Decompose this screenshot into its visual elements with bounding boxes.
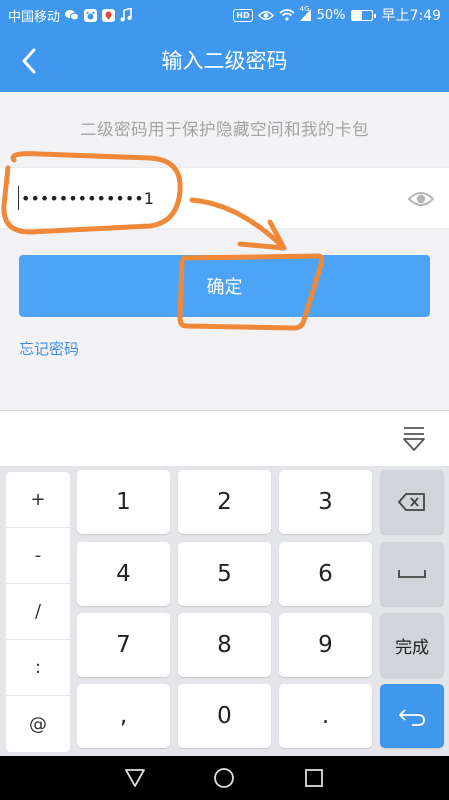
nav-home-button[interactable] <box>209 763 239 793</box>
key-5[interactable]: 5 <box>178 542 271 606</box>
home-circle-icon <box>214 768 235 788</box>
space-key[interactable] <box>380 542 444 606</box>
space-icon <box>398 570 426 578</box>
app-header: 输入二级密码 <box>0 30 449 92</box>
password-value: •••••••••••••1 <box>21 188 154 208</box>
key-plus[interactable]: + <box>6 472 70 528</box>
key-7[interactable]: 7 <box>77 613 170 677</box>
hd-icon: HD <box>233 8 253 22</box>
key-9[interactable]: 9 <box>279 613 372 677</box>
symbol-column: + - / : @ <box>6 472 70 752</box>
key-8[interactable]: 8 <box>178 613 271 677</box>
show-password-button[interactable] <box>407 185 435 213</box>
map-icon <box>102 8 116 22</box>
wifi-icon <box>279 9 295 21</box>
status-bar: 中国移动 HD 4G 50% 早上7:49 <box>0 0 449 30</box>
nav-recents-button[interactable] <box>299 763 329 793</box>
key-period[interactable]: . <box>279 684 372 748</box>
enter-icon <box>399 709 425 726</box>
system-nav-bar <box>0 756 449 800</box>
status-bar-left: 中国移动 <box>8 6 132 25</box>
key-1[interactable]: 1 <box>77 470 170 534</box>
numeric-keyboard: + - / : @ 1 2 3 4 5 6 7 8 9 , 0 . 完成 <box>0 466 449 756</box>
battery-percent: 50% <box>316 7 346 23</box>
key-0[interactable]: 0 <box>178 684 271 748</box>
done-key[interactable]: 完成 <box>380 613 444 677</box>
text-caret <box>18 186 19 210</box>
key-colon[interactable]: : <box>6 640 70 696</box>
music-icon <box>120 8 132 22</box>
carrier-label: 中国移动 <box>8 9 61 25</box>
wechat-icon <box>65 9 80 21</box>
key-comma[interactable]: , <box>77 684 170 748</box>
status-bar-right: HD 4G 50% 早上7:49 <box>233 5 441 25</box>
key-6[interactable]: 6 <box>279 542 372 606</box>
subtitle: 二级密码用于保护隐藏空间和我的卡包 <box>80 120 369 139</box>
keyboard-hide-icon <box>403 427 425 451</box>
clock: 早上7:49 <box>381 8 441 24</box>
keyboard-hide-button[interactable] <box>399 425 429 453</box>
baidu-icon <box>84 8 98 22</box>
network-type: 4G <box>299 5 310 13</box>
back-triangle-icon <box>124 769 145 787</box>
recent-square-icon <box>305 769 324 787</box>
page-title: 输入二级密码 <box>161 49 288 73</box>
enter-key[interactable] <box>380 684 444 748</box>
key-2[interactable]: 2 <box>178 470 271 534</box>
backspace-key[interactable] <box>380 470 444 534</box>
backspace-icon <box>398 493 425 511</box>
signal-icon: 4G <box>299 5 312 21</box>
eye-icon <box>257 10 274 21</box>
key-slash[interactable]: / <box>6 584 70 640</box>
key-at[interactable]: @ <box>6 696 70 752</box>
confirm-button[interactable]: 确定 <box>19 255 430 317</box>
key-minus[interactable]: - <box>6 528 70 584</box>
keyboard-toolbar <box>0 410 449 466</box>
forgot-password-link[interactable]: 忘记密码 <box>19 338 79 359</box>
battery-icon <box>350 9 376 21</box>
key-4[interactable]: 4 <box>77 542 170 606</box>
password-row: •••••••••••••1 <box>0 167 449 229</box>
nav-back-button[interactable] <box>120 763 150 793</box>
eye-icon <box>408 192 434 206</box>
password-input[interactable]: •••••••••••••1 <box>18 168 378 228</box>
key-3[interactable]: 3 <box>279 470 372 534</box>
